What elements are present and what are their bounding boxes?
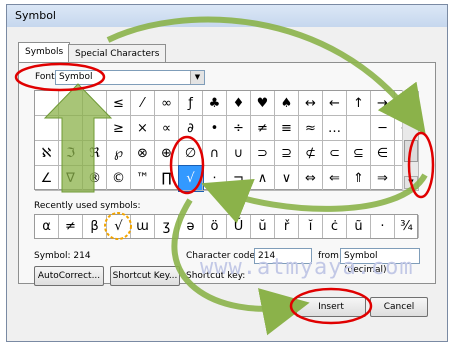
scroll-highlight-ellipse <box>407 131 435 199</box>
recent-sqrt-highlight <box>104 212 132 240</box>
arrow-font-to-scroll <box>106 16 426 135</box>
font-highlight-ellipse <box>14 62 106 92</box>
arrow-scroll-to-symbol <box>201 173 428 224</box>
annotation-overlay <box>14 16 435 336</box>
big-up-arrow-shape <box>43 83 113 193</box>
insert-highlight-ellipse <box>289 287 373 325</box>
arrow-symbol-to-insert <box>171 198 310 336</box>
symbol-highlight-ellipse <box>169 135 205 195</box>
